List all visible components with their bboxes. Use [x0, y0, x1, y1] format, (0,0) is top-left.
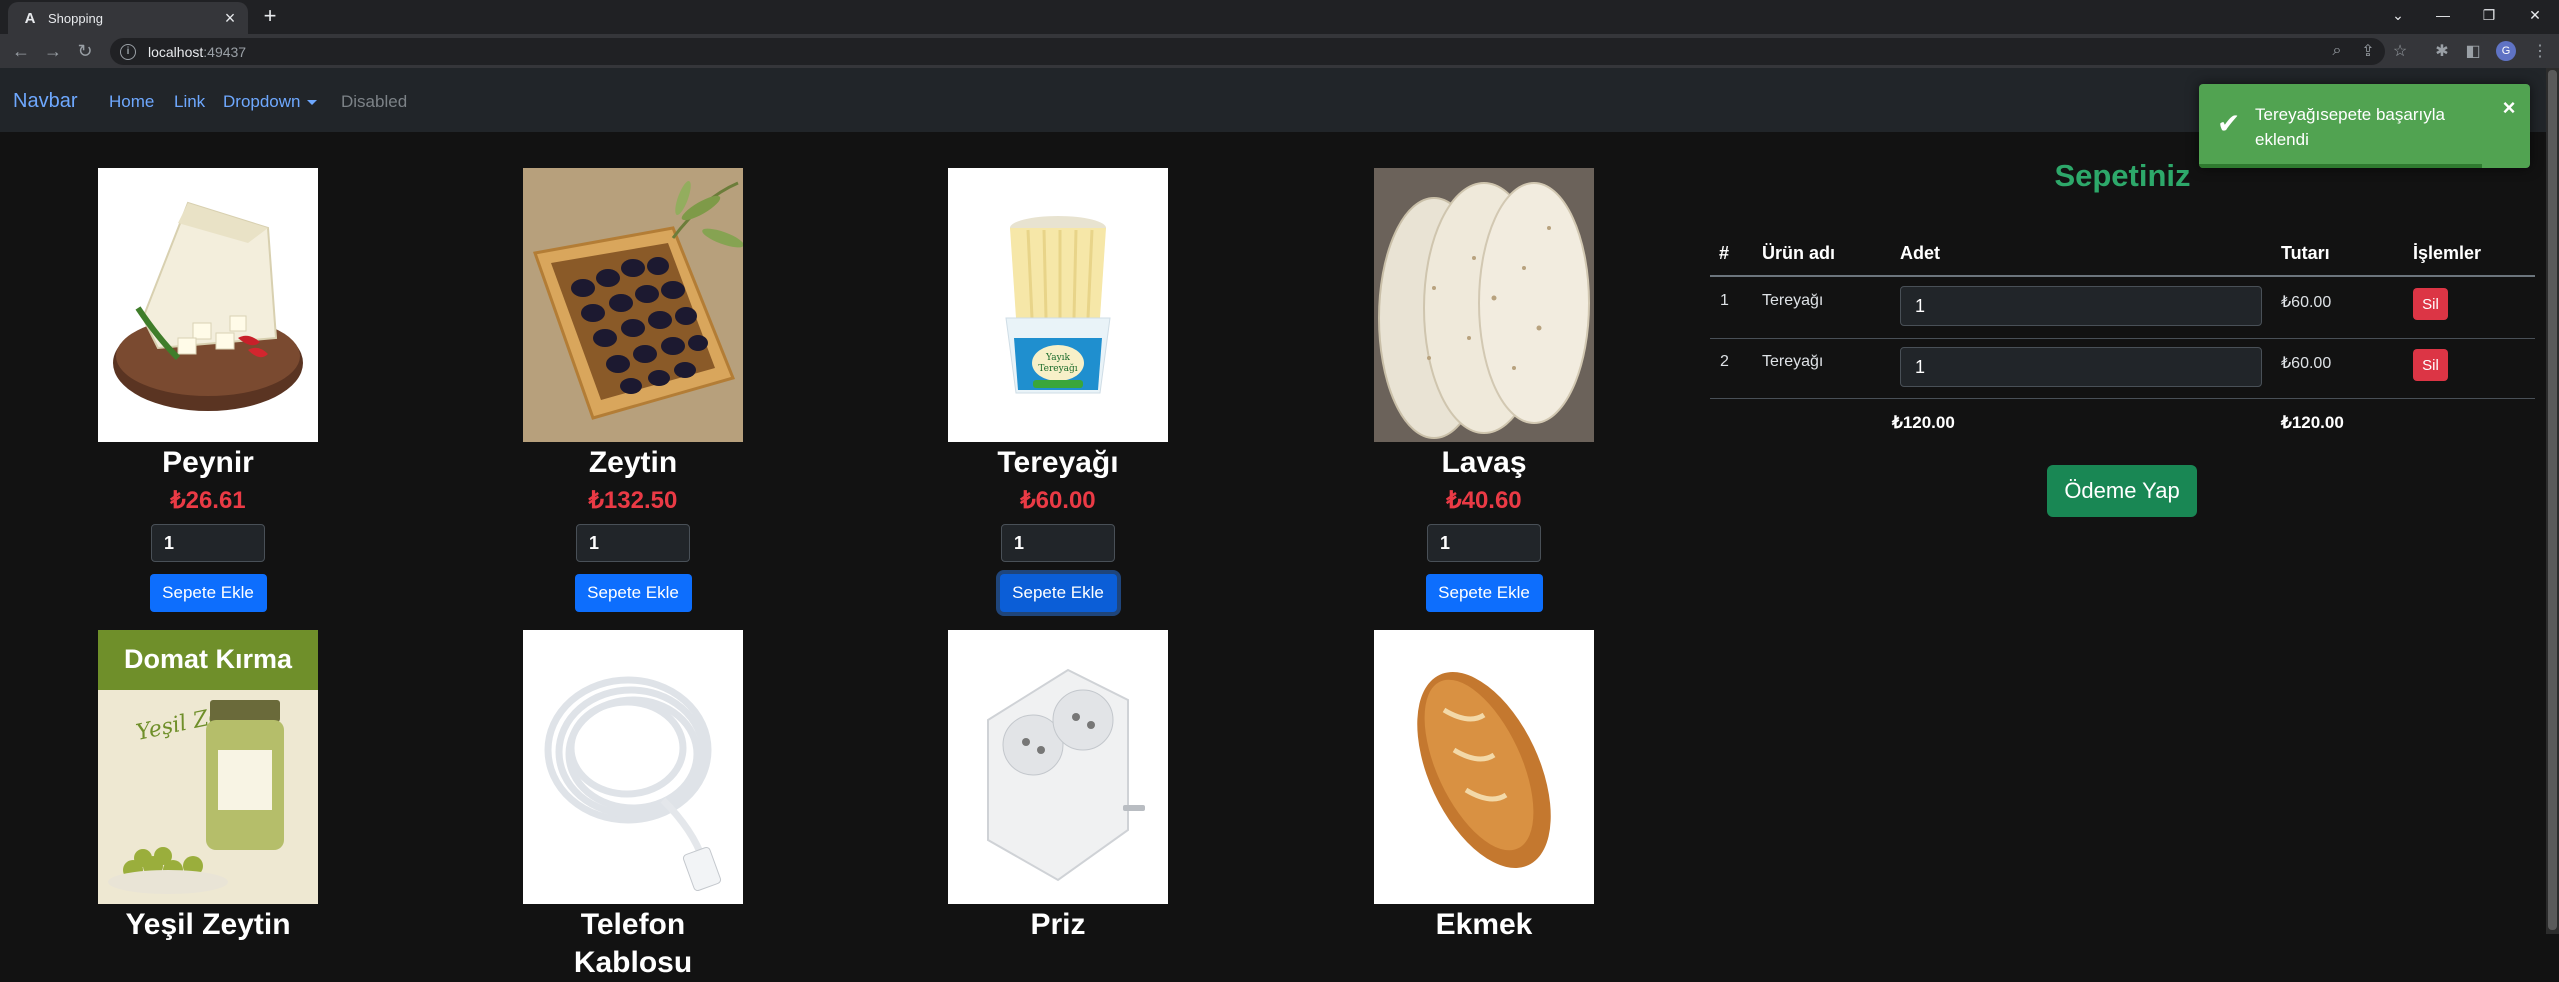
table-divider [1710, 275, 2535, 277]
check-icon: ✔ [2217, 108, 2241, 139]
nav-disabled: Disabled [341, 92, 408, 111]
svg-text:Yayık: Yayık [1045, 353, 1071, 363]
angular-favicon-icon: A [24, 9, 36, 27]
tab-search-chevron-icon[interactable]: ⌄ [2383, 4, 2413, 26]
toast-progress-bar [2199, 164, 2482, 168]
col-header-amount: Tutarı [2281, 243, 2330, 263]
product-card: Domat Kırma Yeşil Zeytin Yeşil Zeytin [98, 630, 318, 944]
svg-text:Domat Kırma: Domat Kırma [124, 644, 293, 674]
col-header-number: # [1719, 243, 1730, 263]
delete-button[interactable]: Sil [2413, 288, 2448, 320]
product-name: Peynir [162, 446, 254, 479]
row-product-name: Tereyağı [1762, 292, 1824, 309]
toast-message: Tereyağısepete başarıyla eklendi [2255, 105, 2445, 149]
new-tab-icon[interactable]: + [258, 3, 282, 28]
product-name: Zeytin [588, 446, 678, 479]
total-quantity-cell: ₺120.00 [1892, 413, 1955, 432]
site-info-icon[interactable]: i [120, 43, 136, 60]
row-amount: ₺60.00 [2281, 355, 2332, 372]
butter-image: Yayık Tereyağı [948, 168, 1168, 442]
add-to-cart-button[interactable]: Sepete Ekle [574, 574, 692, 612]
row-number: 2 [1720, 353, 1729, 370]
product-name: Ekmek [1435, 908, 1533, 941]
quantity-input[interactable] [1427, 524, 1541, 562]
minimize-icon[interactable]: — [2428, 4, 2458, 26]
col-header-product: Ürün adı [1762, 243, 1836, 263]
add-to-cart-button[interactable]: Sepete Ekle [999, 574, 1117, 612]
power-socket-image [948, 630, 1168, 904]
product-name: Yeşil Zeytin [125, 908, 291, 941]
product-name: Lavaş [1441, 446, 1527, 479]
nav-link[interactable]: Link [174, 92, 205, 112]
product-card: Zeytin ₺132.50 Sepete Ekle [523, 168, 743, 612]
cheese-image [98, 168, 318, 442]
back-icon[interactable]: ← [9, 39, 33, 63]
delete-button[interactable]: Sil [2413, 349, 2448, 381]
add-to-cart-button[interactable]: Sepete Ekle [1425, 574, 1543, 612]
reload-icon[interactable]: ↻ [73, 39, 97, 63]
scrollbar-thumb[interactable] [2548, 70, 2557, 930]
close-icon[interactable]: × [2497, 95, 2521, 120]
forward-icon[interactable]: → [41, 39, 65, 63]
profile-avatar[interactable]: G [2496, 41, 2516, 61]
bookmark-star-icon[interactable]: ☆ [2388, 39, 2412, 63]
checkout-button[interactable]: Ödeme Yap [2047, 465, 2197, 517]
product-price: ₺40.60 [1446, 487, 1522, 514]
product-price: ₺132.50 [588, 487, 678, 514]
product-card: Ekmek [1374, 630, 1594, 944]
product-price: ₺26.61 [170, 487, 246, 514]
svg-text:Tereyağı: Tereyağı [1038, 363, 1077, 374]
product-card: Lavaş ₺40.60 Sepete Ekle [1374, 168, 1594, 612]
product-name: Tereyağı [997, 446, 1119, 479]
add-to-cart-button[interactable]: Sepete Ekle [149, 574, 267, 612]
phone-cable-image [523, 630, 743, 904]
total-amount-cell: ₺120.00 [2281, 413, 2344, 432]
navbar-brand[interactable]: Navbar [13, 90, 77, 113]
nav-home[interactable]: Home [109, 92, 154, 112]
table-divider [1710, 398, 2535, 399]
col-header-quantity: Adet [1900, 243, 1940, 263]
row-product-name: Tereyağı [1762, 353, 1824, 370]
product-name: Telefon Kablosu [573, 908, 693, 979]
table-divider [1710, 338, 2535, 339]
address-bar[interactable]: i localhost:49437 [110, 38, 2385, 65]
tab-title: Shopping [48, 10, 103, 26]
cart-quantity-input[interactable] [1900, 347, 2262, 387]
browser-menu-icon[interactable]: ⋮ [2528, 39, 2552, 63]
product-name: Priz [1030, 908, 1086, 941]
extensions-puzzle-icon[interactable]: ✱ [2430, 39, 2454, 63]
bread-image [1374, 630, 1594, 904]
product-card: Priz [948, 630, 1168, 944]
col-header-actions: İşlemler [2413, 243, 2482, 263]
browser-tab[interactable]: A Shopping × [8, 2, 248, 34]
row-amount: ₺60.00 [2281, 294, 2332, 311]
caret-down-icon [306, 100, 317, 106]
cart-quantity-input[interactable] [1900, 286, 2262, 326]
side-panel-icon[interactable]: ◧ [2461, 39, 2485, 63]
quantity-input[interactable] [576, 524, 690, 562]
product-price: ₺60.00 [1020, 487, 1096, 514]
quantity-input[interactable] [1001, 524, 1115, 562]
green-olives-jar-image: Domat Kırma Yeşil Zeytin [98, 630, 318, 904]
row-number: 1 [1720, 292, 1729, 309]
product-card: Telefon Kablosu [523, 630, 743, 982]
quantity-input[interactable] [151, 524, 265, 562]
nav-dropdown[interactable]: Dropdown [223, 92, 317, 112]
restore-icon[interactable]: ❐ [2474, 4, 2504, 26]
close-tab-icon[interactable]: × [220, 8, 240, 28]
product-card: Peynir ₺26.61 Sepete Ekle [98, 168, 318, 612]
close-window-icon[interactable]: ✕ [2520, 4, 2550, 26]
flatbread-image [1374, 168, 1594, 442]
url-text: localhost:49437 [148, 43, 247, 60]
product-card: Yayık Tereyağı Tereyağı ₺60.00 Sepete Ek… [948, 168, 1168, 612]
browser-tabstrip [0, 0, 2559, 34]
olives-image [523, 168, 743, 442]
share-icon[interactable]: ⇪ [2356, 39, 2380, 63]
zoom-icon[interactable]: ⌕ [2325, 39, 2349, 63]
success-toast: ✔ Tereyağısepete başarıyla eklendi × [2199, 84, 2530, 168]
